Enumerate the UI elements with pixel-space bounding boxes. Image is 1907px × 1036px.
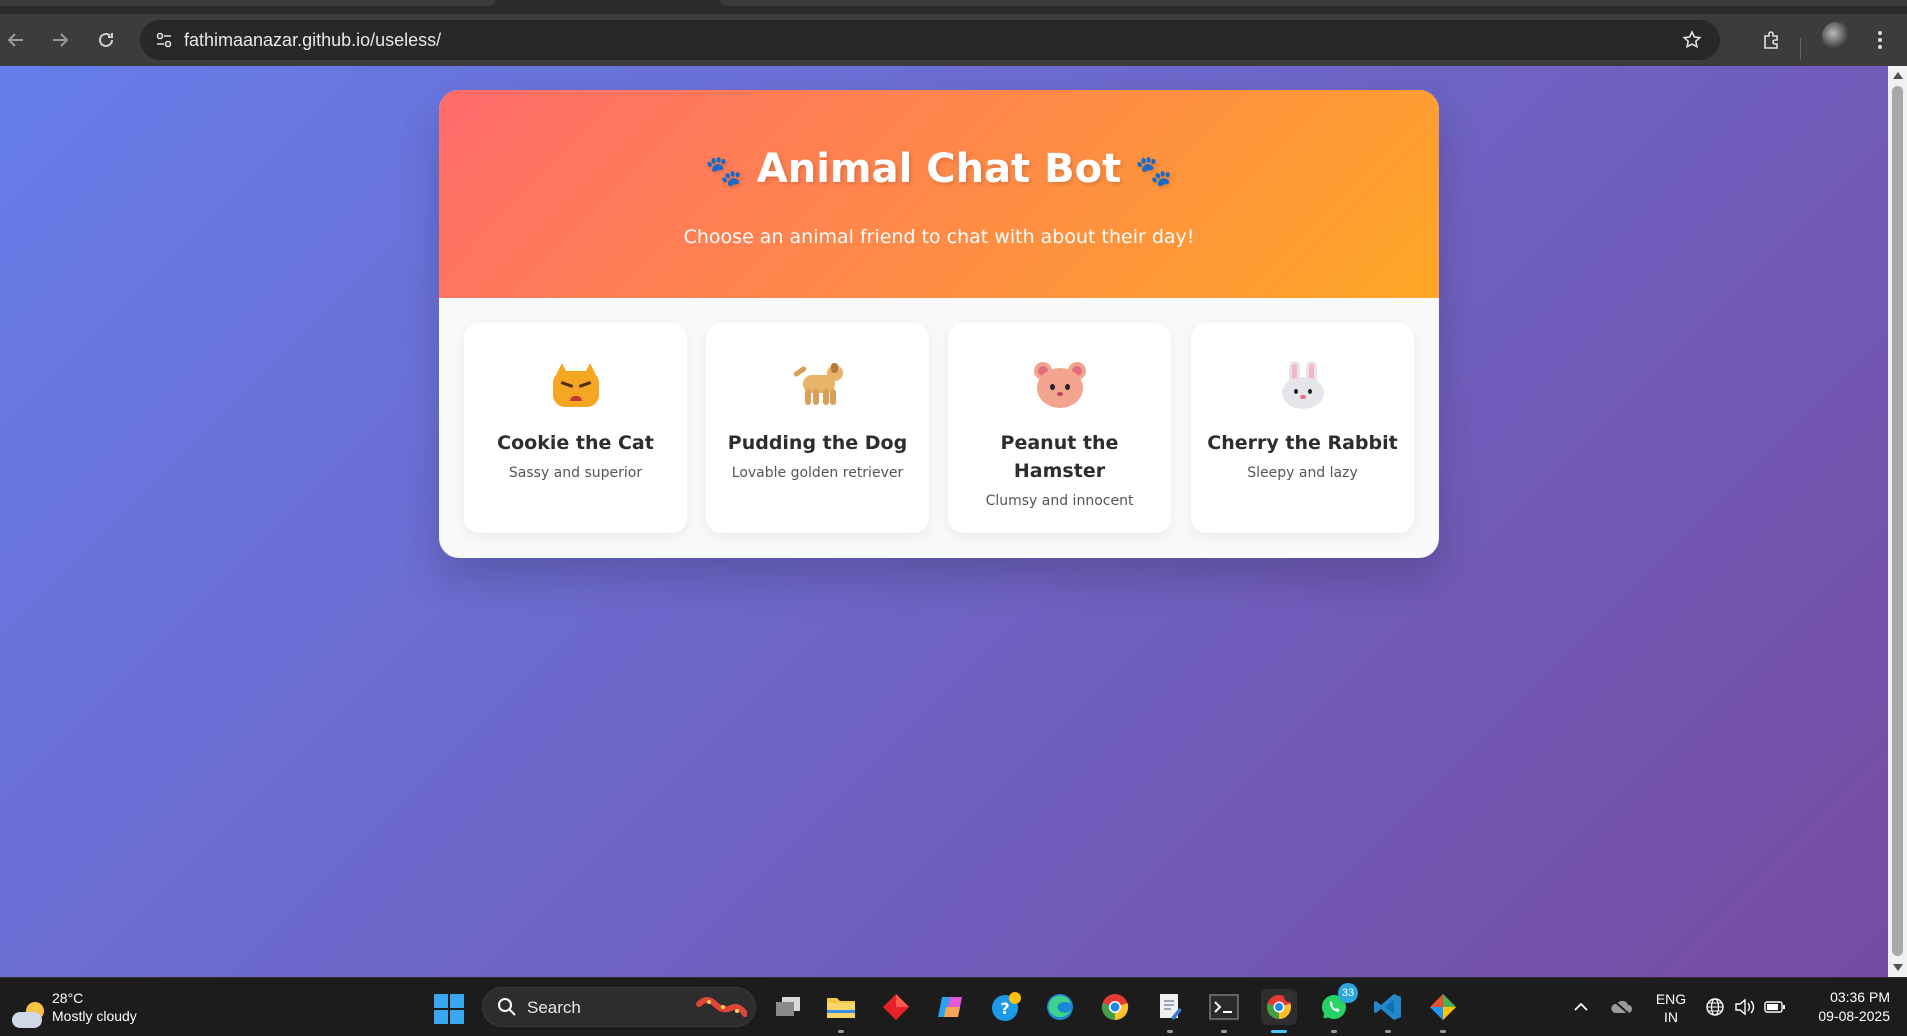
input-language-indicator[interactable]: ENG IN xyxy=(1654,990,1688,1026)
browser-tab[interactable] xyxy=(0,0,495,6)
animal-name: Pudding the Dog xyxy=(727,432,908,454)
svg-text:?: ? xyxy=(1000,999,1009,1018)
animal-name: Peanut the Hamster xyxy=(1000,432,1119,482)
app-header: 🐾 Animal Chat Bot 🐾 Choose an animal frien… xyxy=(439,90,1439,298)
onedrive-offline-icon[interactable] xyxy=(1610,996,1632,1018)
app-title: 🐾 Animal Chat Bot 🐾 xyxy=(439,146,1439,192)
chrome-profile-icon[interactable] xyxy=(1261,989,1297,1033)
weather-temperature: 28°C xyxy=(52,990,84,1006)
git-tool-icon[interactable] xyxy=(1425,989,1461,1033)
vscode-icon[interactable] xyxy=(1370,989,1406,1033)
chat-app-container: 🐾 Animal Chat Bot 🐾 Choose an animal frien… xyxy=(439,90,1439,558)
taskbar: 28°C Mostly cloudy Search ? 33 ENG IN 03… xyxy=(0,977,1907,1036)
hamster-face-icon xyxy=(1033,362,1086,408)
red-diamond-app-icon[interactable] xyxy=(878,989,914,1025)
more-menu-icon[interactable] xyxy=(1864,24,1896,56)
url-text[interactable]: fathimaanazar.github.io/useless/ xyxy=(184,30,441,51)
weather-widget[interactable]: 28°C Mostly cloudy xyxy=(12,988,172,1028)
back-icon[interactable] xyxy=(0,24,32,56)
paw-prints-icon: 🐾 xyxy=(705,153,743,189)
animal-card-dog[interactable]: Pudding the Dog Lovable golden retriever xyxy=(706,323,929,533)
chrome-icon[interactable] xyxy=(1097,989,1133,1025)
edge-browser-icon[interactable] xyxy=(1042,989,1078,1025)
page-viewport: 🐾 Animal Chat Bot 🐾 Choose an animal frien… xyxy=(0,66,1888,977)
animal-card-hamster[interactable]: Peanut the Hamster Clumsy and innocent xyxy=(948,323,1171,533)
battery-icon[interactable] xyxy=(1764,996,1786,1018)
whatsapp-icon[interactable]: 33 xyxy=(1316,983,1358,1033)
system-clock[interactable]: 03:36 PM 09-08-2025 xyxy=(1790,988,1890,1026)
clock-date: 09-08-2025 xyxy=(1818,1008,1890,1024)
browser-tab[interactable] xyxy=(720,0,1907,6)
scroll-down-arrow-icon[interactable] xyxy=(1893,964,1903,971)
animal-name: Cookie the Cat xyxy=(497,432,654,454)
windows-start-icon[interactable] xyxy=(434,994,464,1024)
app-subtitle: Choose an animal friend to chat with abo… xyxy=(683,226,1195,248)
rabbit-face-icon xyxy=(1278,361,1328,409)
animal-description: Clumsy and innocent xyxy=(985,493,1134,509)
address-bar[interactable]: fathimaanazar.github.io/useless/ xyxy=(140,20,1720,60)
dog-icon xyxy=(791,363,845,407)
search-highlight-doodle-icon xyxy=(696,997,747,1017)
notepad-icon[interactable] xyxy=(1152,989,1188,1033)
extensions-icon[interactable] xyxy=(1756,24,1788,56)
reload-icon[interactable] xyxy=(90,24,122,56)
profile-avatar[interactable] xyxy=(1822,22,1850,50)
partly-cloudy-icon xyxy=(12,998,46,1028)
get-help-icon[interactable]: ? xyxy=(988,989,1024,1025)
site-info-icon[interactable] xyxy=(150,26,178,54)
taskbar-search-box[interactable]: Search xyxy=(482,987,756,1027)
animal-selection-grid: Cookie the Cat Sassy and superior Puddin… xyxy=(464,323,1414,533)
paw-prints-icon: 🐾 xyxy=(1135,153,1173,189)
animal-description: Sleepy and lazy xyxy=(1247,465,1358,481)
terminal-icon[interactable] xyxy=(1206,989,1242,1033)
browser-toolbar: fathimaanazar.github.io/useless/ xyxy=(0,14,1907,66)
file-explorer-icon[interactable] xyxy=(823,989,859,1033)
volume-icon[interactable] xyxy=(1734,996,1756,1018)
animal-card-rabbit[interactable]: Cherry the Rabbit Sleepy and lazy xyxy=(1191,323,1414,533)
toolbar-divider xyxy=(1800,38,1801,60)
cat-face-icon xyxy=(551,363,601,407)
weather-condition: Mostly cloudy xyxy=(52,1008,137,1024)
clock-time: 03:36 PM xyxy=(1830,989,1890,1005)
page-scrollbar[interactable] xyxy=(1888,66,1907,977)
animal-description: Sassy and superior xyxy=(508,465,643,481)
bookmark-star-icon[interactable] xyxy=(1678,26,1706,54)
notification-badge: 33 xyxy=(1338,983,1358,1003)
app-title-text: Animal Chat Bot xyxy=(756,146,1122,192)
copilot-icon[interactable] xyxy=(933,989,969,1025)
scroll-up-arrow-icon[interactable] xyxy=(1893,72,1903,79)
scrollbar-thumb[interactable] xyxy=(1892,86,1903,956)
show-hidden-icons-chevron-icon[interactable] xyxy=(1570,996,1592,1018)
network-globe-icon[interactable] xyxy=(1704,996,1726,1018)
search-label: Search xyxy=(527,998,581,1017)
search-icon xyxy=(498,998,516,1016)
forward-icon[interactable] xyxy=(44,24,76,56)
animal-card-cat[interactable]: Cookie the Cat Sassy and superior xyxy=(464,323,687,533)
tab-strip xyxy=(0,0,1907,14)
animal-description: Lovable golden retriever xyxy=(731,465,904,481)
animal-name: Cherry the Rabbit xyxy=(1207,432,1398,454)
task-view-icon[interactable] xyxy=(770,989,806,1025)
